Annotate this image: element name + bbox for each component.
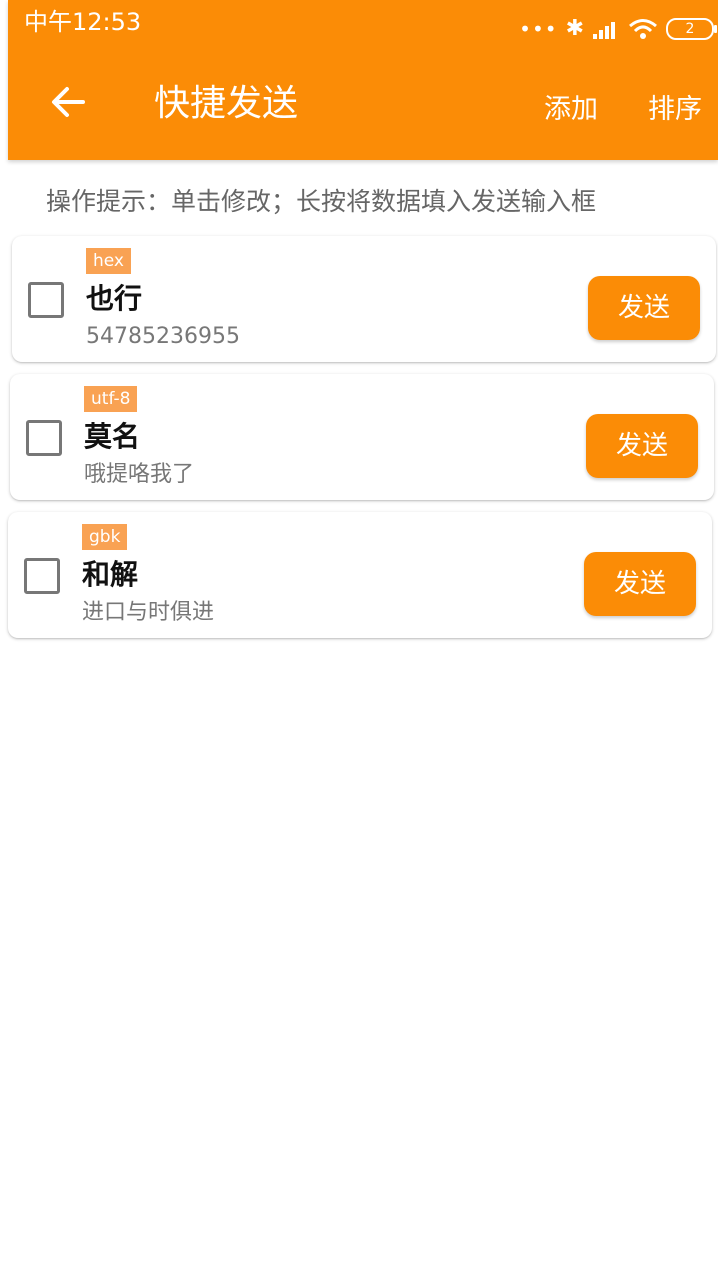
item-checkbox[interactable] (26, 420, 62, 456)
encoding-tag: utf-8 (84, 386, 138, 412)
back-arrow-icon (52, 87, 85, 117)
send-button[interactable]: 发送 (584, 552, 696, 616)
list-item[interactable]: hex 也行 54785236955 发送 (12, 236, 716, 362)
wifi-icon (629, 19, 657, 39)
back-button[interactable] (44, 78, 92, 126)
list-item[interactable]: gbk 和解 进口与时俱进 发送 (8, 512, 712, 638)
send-button[interactable]: 发送 (586, 414, 698, 478)
status-icons: ••• ✱ 2 (519, 14, 717, 44)
encoding-tag: hex (86, 248, 131, 274)
item-checkbox[interactable] (28, 282, 64, 318)
bluetooth-icon: ✱ (565, 16, 584, 41)
item-name: 也行 (86, 282, 143, 315)
item-content: 进口与时俱进 (82, 600, 215, 625)
list-item[interactable]: utf-8 莫名 哦提咯我了 发送 (10, 374, 714, 500)
page-title: 快捷发送 (154, 83, 299, 124)
battery-icon: 2 (666, 18, 717, 40)
battery-level: 2 (685, 21, 695, 37)
operation-hint: 操作提示：单击修改；长按将数据填入发送输入框 (46, 187, 597, 216)
app-header: 中午12:53 ••• ✱ 2 快捷发送 添加 排序 (8, 0, 718, 160)
sort-button[interactable]: 排序 (648, 92, 702, 128)
signal-icon (593, 22, 615, 39)
more-dots-icon: ••• (519, 17, 558, 41)
item-name: 和解 (82, 558, 139, 591)
item-content: 54785236955 (86, 324, 240, 349)
item-content: 哦提咯我了 (84, 462, 195, 487)
status-time: 中午12:53 (24, 8, 142, 36)
add-button[interactable]: 添加 (544, 92, 598, 128)
item-name: 莫名 (84, 420, 141, 453)
app-screen: 中午12:53 ••• ✱ 2 快捷发送 添加 排序 操作提示：单击修改；长按将… (0, 0, 718, 1277)
item-checkbox[interactable] (24, 558, 60, 594)
encoding-tag: gbk (82, 524, 128, 550)
send-button[interactable]: 发送 (588, 276, 700, 340)
